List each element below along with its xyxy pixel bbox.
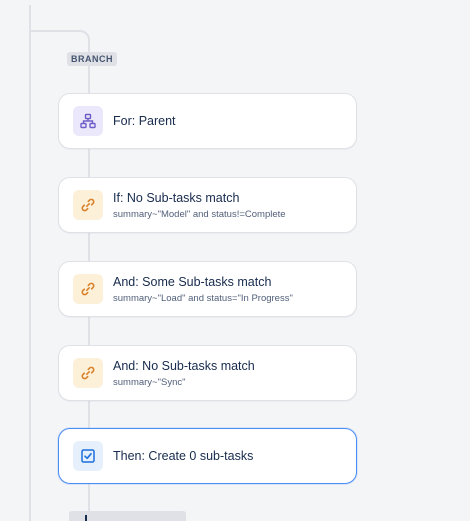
component-subtitle: summary~"Model" and status!=Complete: [113, 209, 286, 220]
branch-badge: BRANCH: [67, 52, 117, 66]
component-title: And: Some Sub-tasks match: [113, 275, 272, 289]
component-card-if-condition[interactable]: If: No Sub-tasks match summary~"Model" a…: [58, 177, 357, 233]
link-icon: [73, 358, 103, 388]
branch-hierarchy-icon: [73, 106, 103, 136]
component-card-for-parent[interactable]: For: Parent: [58, 93, 357, 149]
branch-connector-elbow: [29, 30, 90, 52]
component-title: And: No Sub-tasks match: [113, 359, 255, 373]
component-subtitle: summary~"Load" and status="In Progress": [113, 293, 293, 304]
flow-connector-main: [29, 5, 31, 521]
component-card-and-condition-none[interactable]: And: No Sub-tasks match summary~"Sync": [58, 345, 357, 401]
link-icon: [73, 190, 103, 220]
checkbox-icon: [73, 441, 103, 471]
component-title: Then: Create 0 sub-tasks: [113, 449, 254, 463]
component-card-then-action[interactable]: Then: Create 0 sub-tasks: [58, 428, 357, 484]
cursor-marker: [85, 515, 87, 521]
link-icon: [73, 274, 103, 304]
component-title: For: Parent: [113, 114, 176, 128]
component-card-and-condition-some[interactable]: And: Some Sub-tasks match summary~"Load"…: [58, 261, 357, 317]
component-subtitle: summary~"Sync": [113, 377, 186, 388]
component-title: If: No Sub-tasks match: [113, 191, 240, 205]
canvas-edge: [470, 0, 474, 521]
rule-canvas: BRANCH For: Parent If: No Sub-tasks matc…: [0, 0, 474, 521]
